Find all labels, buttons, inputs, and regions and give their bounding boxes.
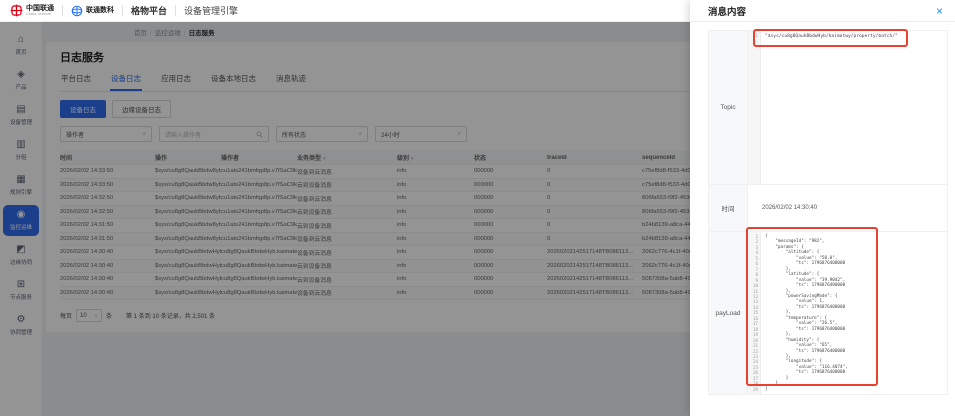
drawer-section-payload: payLoad123456789101112131415161718192021… bbox=[708, 232, 948, 395]
code-line: "value": "26.5", bbox=[765, 321, 848, 326]
drawer-body: Topic1 "$sys/cu8g8QaukBbdwHyb/kaimatwy/pr… bbox=[708, 30, 948, 395]
line-number: 1 bbox=[748, 33, 758, 41]
code-line: "ts": 1796876400000 bbox=[765, 261, 848, 266]
china-unicom-knot-icon bbox=[10, 4, 23, 17]
divider bbox=[62, 5, 63, 16]
code-editor-payload[interactable]: 1234567891011121314151617181920212223242… bbox=[748, 232, 947, 394]
drawer-header: 消息内容 × bbox=[690, 0, 955, 22]
drawer-section-label: Topic bbox=[709, 31, 748, 184]
line-number-gutter: 1234567891011121314151617181920212223242… bbox=[748, 232, 761, 394]
unicom-digital-logo: 联通数科 bbox=[71, 5, 114, 17]
close-icon[interactable]: × bbox=[936, 5, 943, 17]
globe-icon bbox=[71, 5, 83, 17]
code-line: "$sys/cu8g8QaukBbdwHyb/kaimatwy/property… bbox=[765, 33, 898, 41]
china-unicom-logo: 中国联通 China Unicom bbox=[10, 4, 54, 17]
code-line: } bbox=[765, 387, 848, 392]
code-line: "ts": 1796876400000 bbox=[765, 370, 848, 375]
drawer-section-label: payLoad bbox=[709, 232, 748, 394]
message-content-drawer: 消息内容 × Topic1 "$sys/cu8g8QaukBbdwHyb/kaim… bbox=[690, 0, 955, 416]
logo-secondary-text: 联通数科 bbox=[86, 7, 114, 14]
line-number-gutter: 1 bbox=[748, 31, 761, 184]
divider bbox=[122, 5, 123, 16]
drawer-section-value: 2026/02/02 14:30:40 bbox=[748, 185, 947, 231]
platform-name[interactable]: 格物平台 bbox=[131, 4, 167, 17]
line-number: 29 bbox=[748, 387, 758, 392]
overlay-mask[interactable] bbox=[0, 22, 690, 416]
drawer-section-label: 时间 bbox=[709, 185, 748, 231]
divider bbox=[175, 5, 176, 16]
code-line: "ts": 1796876400000 bbox=[765, 283, 848, 288]
code-editor-topic[interactable]: 1 "$sys/cu8g8QaukBbdwHyb/kaimatwy/propert… bbox=[748, 31, 947, 184]
code-lines: { "messageId": "982", "params": { "altit… bbox=[761, 232, 848, 394]
logo-primary-subtext: China Unicom bbox=[26, 12, 54, 16]
engine-name[interactable]: 设备管理引擎 bbox=[184, 4, 238, 17]
drawer-section-topic: Topic1 "$sys/cu8g8QaukBbdwHyb/kaimatwy/pr… bbox=[708, 30, 948, 185]
drawer-title: 消息内容 bbox=[708, 4, 746, 18]
code-lines: "$sys/cu8g8QaukBbdwHyb/kaimatwy/property… bbox=[761, 31, 898, 184]
drawer-section-time: 时间2026/02/02 14:30:40 bbox=[708, 185, 948, 232]
